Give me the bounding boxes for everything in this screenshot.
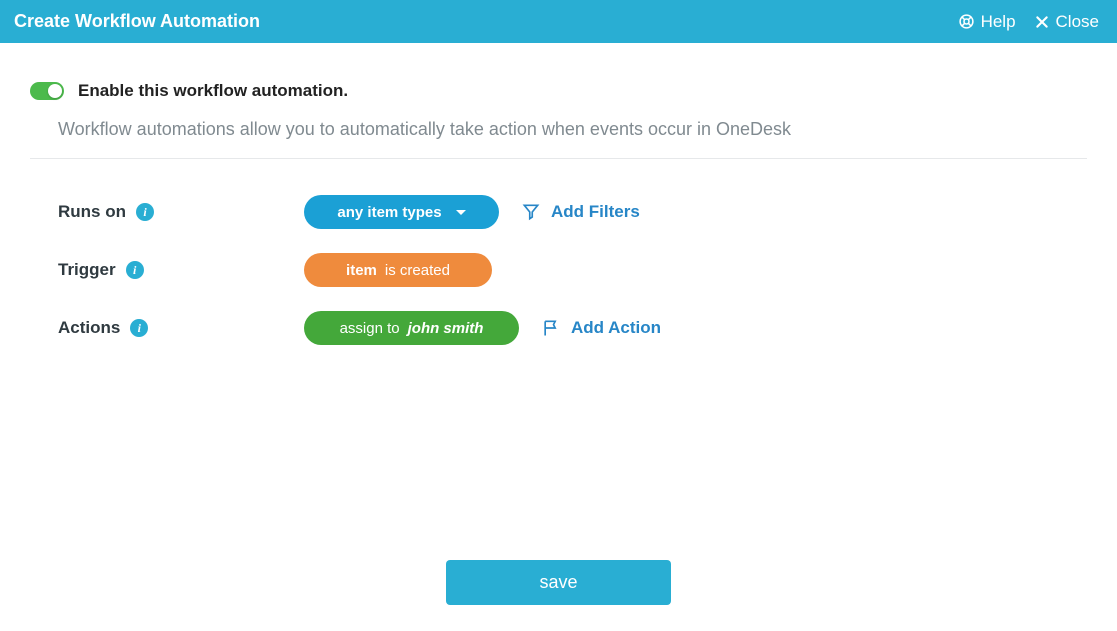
runs-on-label: Runs on	[58, 202, 126, 222]
trigger-pill[interactable]: item is created	[304, 253, 492, 287]
close-label: Close	[1056, 12, 1099, 32]
divider	[30, 158, 1087, 159]
add-action-button[interactable]: Add Action	[541, 318, 661, 338]
enable-label: Enable this workflow automation.	[78, 81, 348, 101]
actions-label-wrap: Actions i	[58, 318, 304, 338]
enable-toggle[interactable]	[30, 82, 64, 100]
close-button[interactable]: Close	[1034, 12, 1099, 32]
runs-on-row: Runs on i any item types Add Filters	[30, 183, 1087, 241]
chevron-down-icon	[456, 210, 466, 215]
action-pill-target: john smith	[408, 320, 484, 337]
filter-icon	[521, 202, 541, 222]
action-pill[interactable]: assign to john smith	[304, 311, 519, 345]
header-actions: Help Close	[958, 12, 1099, 32]
help-button[interactable]: Help	[958, 12, 1016, 32]
add-filters-label: Add Filters	[551, 202, 640, 222]
action-pill-prefix: assign to	[340, 320, 400, 337]
dialog-title: Create Workflow Automation	[14, 11, 260, 32]
dialog-footer: save	[0, 560, 1117, 605]
runs-on-value: any item types	[337, 204, 441, 221]
info-icon[interactable]: i	[126, 261, 144, 279]
info-icon[interactable]: i	[136, 203, 154, 221]
trigger-pill-bold: item	[346, 262, 377, 279]
actions-row: Actions i assign to john smith Add Actio…	[30, 299, 1087, 357]
life-ring-icon	[958, 13, 975, 30]
save-button[interactable]: save	[446, 560, 671, 605]
add-filters-button[interactable]: Add Filters	[521, 202, 640, 222]
flag-icon	[541, 318, 561, 338]
close-icon	[1034, 14, 1050, 30]
runs-on-dropdown[interactable]: any item types	[304, 195, 499, 229]
trigger-label-wrap: Trigger i	[58, 260, 304, 280]
add-action-label: Add Action	[571, 318, 661, 338]
info-icon[interactable]: i	[130, 319, 148, 337]
save-label: save	[539, 572, 577, 593]
trigger-pill-rest: is created	[385, 262, 450, 279]
enable-row: Enable this workflow automation.	[30, 81, 1087, 101]
actions-label: Actions	[58, 318, 120, 338]
help-label: Help	[981, 12, 1016, 32]
trigger-label: Trigger	[58, 260, 116, 280]
dialog-subtitle: Workflow automations allow you to automa…	[30, 119, 1087, 140]
dialog-body: Enable this workflow automation. Workflo…	[0, 43, 1117, 357]
toggle-knob	[48, 84, 62, 98]
trigger-row: Trigger i item is created	[30, 241, 1087, 299]
dialog-header: Create Workflow Automation Help	[0, 0, 1117, 43]
runs-on-label-wrap: Runs on i	[58, 202, 304, 222]
